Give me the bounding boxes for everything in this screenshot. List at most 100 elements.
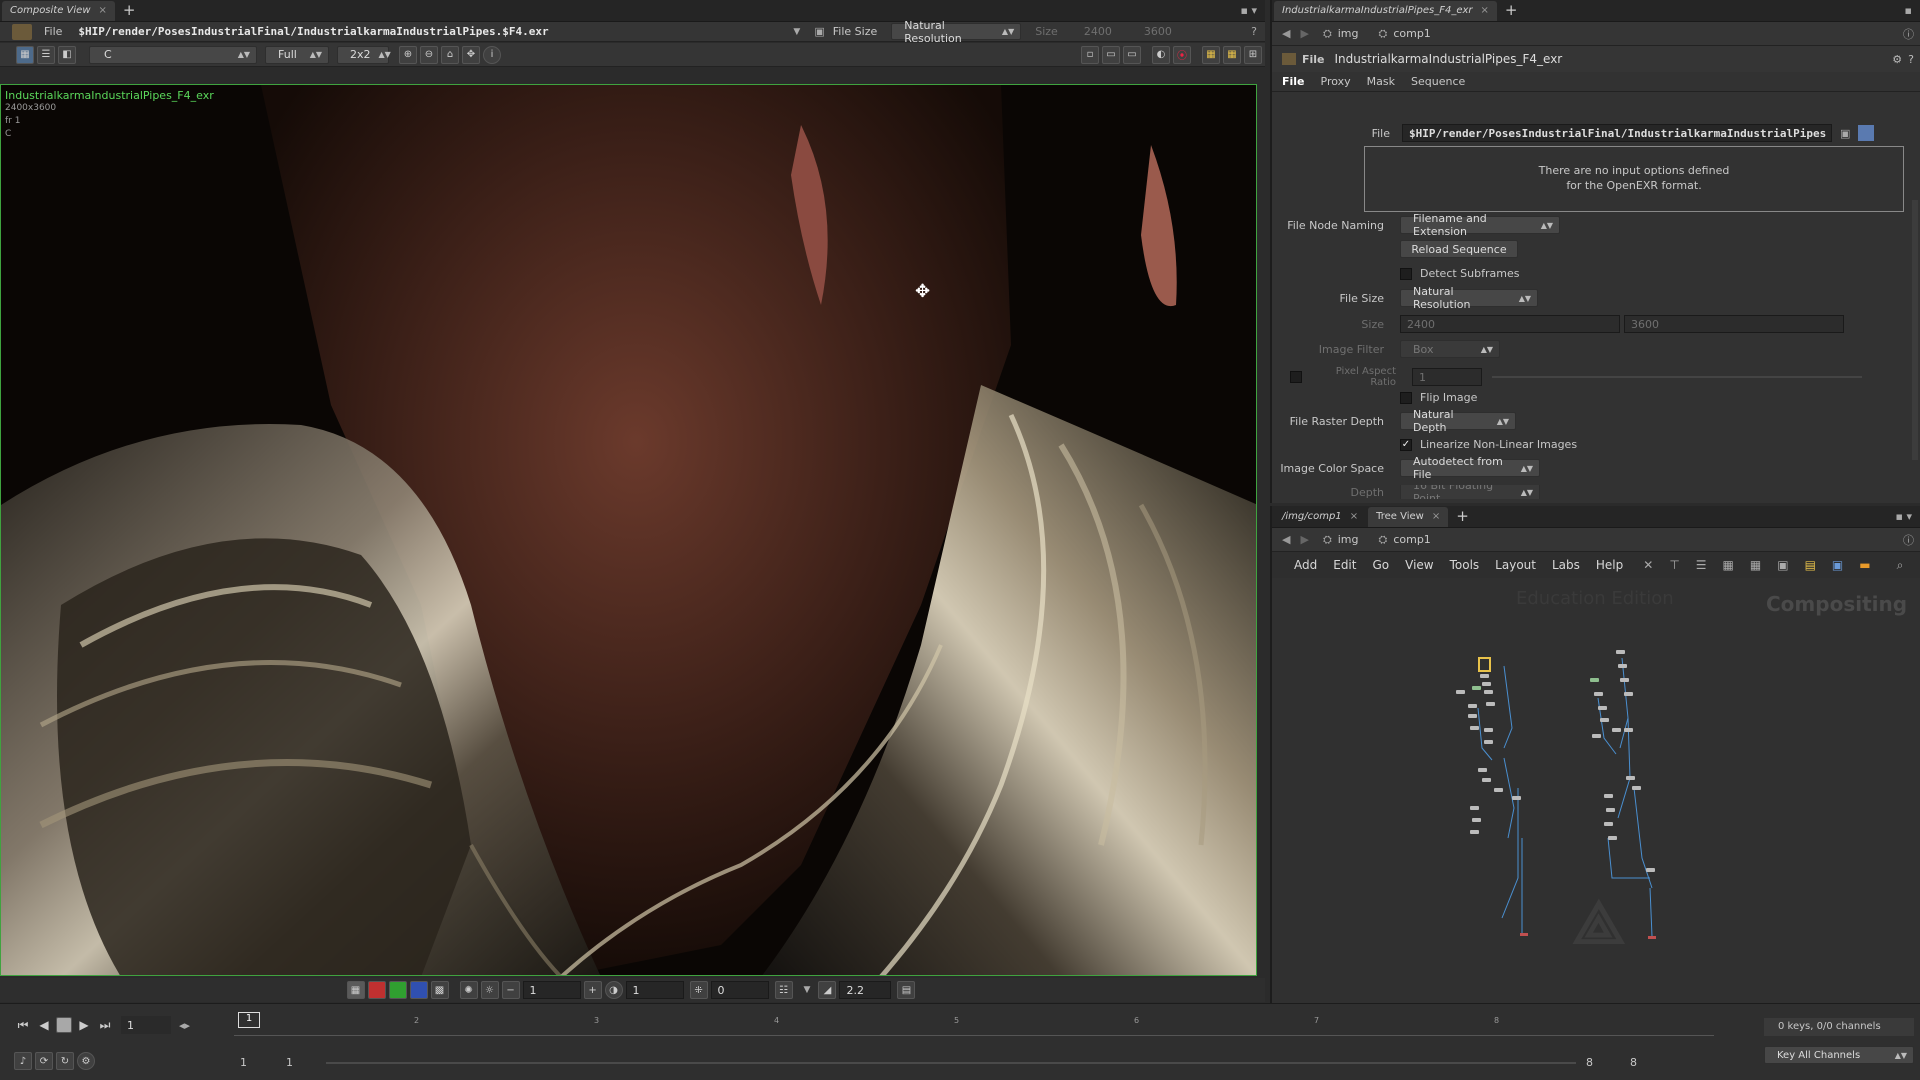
network-node[interactable] <box>1646 868 1655 872</box>
current-frame-marker[interactable]: 1 <box>238 1012 260 1028</box>
network-node[interactable] <box>1592 734 1601 738</box>
nav-img[interactable]: img <box>1338 27 1359 40</box>
file-options-icon[interactable] <box>1858 125 1875 141</box>
menu-layout[interactable]: Layout <box>1495 558 1536 572</box>
grid-icon[interactable]: ▦ <box>1202 45 1220 64</box>
network-node[interactable] <box>1486 702 1495 706</box>
network-node[interactable] <box>1624 692 1633 696</box>
image-viewport[interactable]: IndustrialkarmaIndustrialPipes_F4_exr 24… <box>0 84 1257 976</box>
gamma-field[interactable]: 2.2 <box>839 981 892 999</box>
network-node[interactable] <box>1594 692 1603 696</box>
stop-icon[interactable] <box>56 1017 72 1033</box>
tab-sequence[interactable]: Sequence <box>1411 75 1465 88</box>
network-node[interactable] <box>1484 740 1493 744</box>
quality-dropdown[interactable]: Full ▲▼ <box>265 45 329 64</box>
settings-icon[interactable]: ⚙ <box>77 1052 95 1070</box>
display-opt4-icon[interactable]: ◐ <box>1152 45 1170 64</box>
close-icon[interactable]: × <box>1350 511 1358 522</box>
nav-img[interactable]: img <box>1338 533 1359 546</box>
plus-icon[interactable]: + <box>583 981 602 999</box>
colorspace-dropdown[interactable]: Autodetect from File ▲▼ <box>1400 455 1540 481</box>
selected-node[interactable] <box>1478 657 1491 672</box>
network-node[interactable] <box>1468 714 1477 718</box>
linearize-checkbox[interactable]: ✓ <box>1400 438 1412 451</box>
network-node[interactable] <box>1468 704 1477 708</box>
network-node[interactable] <box>1626 776 1635 780</box>
nav-comp[interactable]: comp1 <box>1393 533 1430 546</box>
network-canvas[interactable]: Education Edition Compositing ⟁ <box>1272 578 1920 1003</box>
close-icon[interactable]: × <box>99 5 107 16</box>
network-node[interactable] <box>1484 690 1493 694</box>
network-node[interactable] <box>1624 728 1633 732</box>
pane-menu-icon[interactable]: ▪ ▾ <box>1241 4 1257 17</box>
network-node[interactable] <box>1470 806 1479 810</box>
gamma-mult-field[interactable]: 1 <box>625 981 684 999</box>
range-end-2[interactable]: 8 <box>1630 1056 1637 1069</box>
minus-icon[interactable]: − <box>501 981 520 999</box>
note-icon[interactable]: ▤ <box>1805 558 1816 572</box>
back-icon[interactable]: ◀ <box>1282 533 1290 546</box>
range-start[interactable]: 1 <box>240 1056 247 1069</box>
menu-add[interactable]: Add <box>1294 558 1317 572</box>
tree-icon[interactable]: ⊤ <box>1669 558 1679 572</box>
loop-icon[interactable]: ↻ <box>56 1052 74 1070</box>
play-backward-icon[interactable]: ◀ <box>35 1016 53 1034</box>
info-icon[interactable]: i <box>483 45 501 64</box>
tab-tree-view[interactable]: Tree View × <box>1368 506 1449 527</box>
alpha-channel-icon[interactable]: ▩ <box>430 981 449 999</box>
network-node[interactable] <box>1618 664 1627 668</box>
network-node[interactable] <box>1632 786 1641 790</box>
network-node[interactable] <box>1620 678 1629 682</box>
audio-icon[interactable]: ♪ <box>14 1052 32 1070</box>
image-icon[interactable]: ▣ <box>1832 558 1843 572</box>
grid2-icon[interactable]: ▦ <box>1750 558 1761 572</box>
network-node[interactable] <box>1470 830 1479 834</box>
network-node[interactable] <box>1494 788 1503 792</box>
red-channel-icon[interactable] <box>367 981 386 999</box>
exposure-field[interactable]: 1 <box>522 981 581 999</box>
play-forward-icon[interactable]: ▶ <box>75 1016 93 1034</box>
histogram-icon[interactable]: ▤ <box>897 981 916 999</box>
tab-file[interactable]: File <box>1282 75 1305 88</box>
tools-icon[interactable]: ✕ <box>1643 558 1653 572</box>
network-node[interactable] <box>1604 794 1613 798</box>
nav-comp[interactable]: comp1 <box>1393 27 1430 40</box>
display-opt2-icon[interactable]: ▭ <box>1102 45 1120 64</box>
node-name-field[interactable]: IndustrialkarmaIndustrialPipes_F4_exr <box>1335 52 1805 66</box>
step-icon[interactable]: ◂▸ <box>179 1019 190 1032</box>
tab-params[interactable]: IndustrialkarmaIndustrialPipes_F4_exr × <box>1274 0 1497 21</box>
forward-icon[interactable]: ▶ <box>1300 533 1308 546</box>
menu-go[interactable]: Go <box>1372 558 1389 572</box>
network-node[interactable] <box>1480 674 1489 678</box>
network-node[interactable] <box>1598 706 1607 710</box>
gear-icon[interactable]: ⚙ <box>1892 53 1902 66</box>
network-node[interactable] <box>1482 682 1491 686</box>
network-node[interactable] <box>1482 778 1491 782</box>
display-opt1-icon[interactable]: ▫ <box>1081 45 1099 64</box>
maximize-icon[interactable]: ⊞ <box>1244 45 1262 64</box>
path-field[interactable]: $HIP/render/PosesIndustrialFinal/Industr… <box>78 25 793 38</box>
file-size-dropdown[interactable]: Natural Resolution ▲▼ <box>891 19 1022 45</box>
offset-icon[interactable]: ⁜ <box>689 981 708 999</box>
lut-dropdown-icon[interactable]: ▼ <box>804 985 811 995</box>
lut-icon[interactable]: ☷ <box>774 981 793 999</box>
rgb-icon[interactable]: ▦ <box>346 981 365 999</box>
search-icon[interactable]: ⌕ <box>1897 558 1904 573</box>
network-node[interactable] <box>1606 808 1615 812</box>
exposure-icon[interactable]: ☼ <box>480 981 499 999</box>
reload-sequence-button[interactable]: Reload Sequence <box>1400 240 1518 258</box>
menu-help[interactable]: Help <box>1596 558 1623 572</box>
grid-icon[interactable]: ▦ <box>1723 558 1734 572</box>
pin-icon[interactable]: ⓘ <box>1903 26 1914 42</box>
tab-img-comp1[interactable]: /img/comp1 × <box>1274 507 1366 527</box>
snapshot-icon[interactable]: ⦿ <box>1173 45 1191 64</box>
range-start-2[interactable]: 1 <box>286 1056 293 1069</box>
timeline-ruler[interactable]: 1 2 3 4 5 6 7 8 <box>234 1012 1714 1036</box>
network-node[interactable] <box>1472 818 1481 822</box>
list-icon[interactable]: ☰ <box>1696 558 1707 572</box>
help-icon[interactable]: ? <box>1908 53 1914 66</box>
pane-menu-icon[interactable]: ▪ <box>1905 4 1912 17</box>
brightness-icon[interactable]: ✺ <box>459 981 478 999</box>
zoom-out-icon[interactable]: ⊖ <box>420 45 438 64</box>
proxy-dropdown[interactable]: 2x2 ▲▼ <box>337 45 391 64</box>
